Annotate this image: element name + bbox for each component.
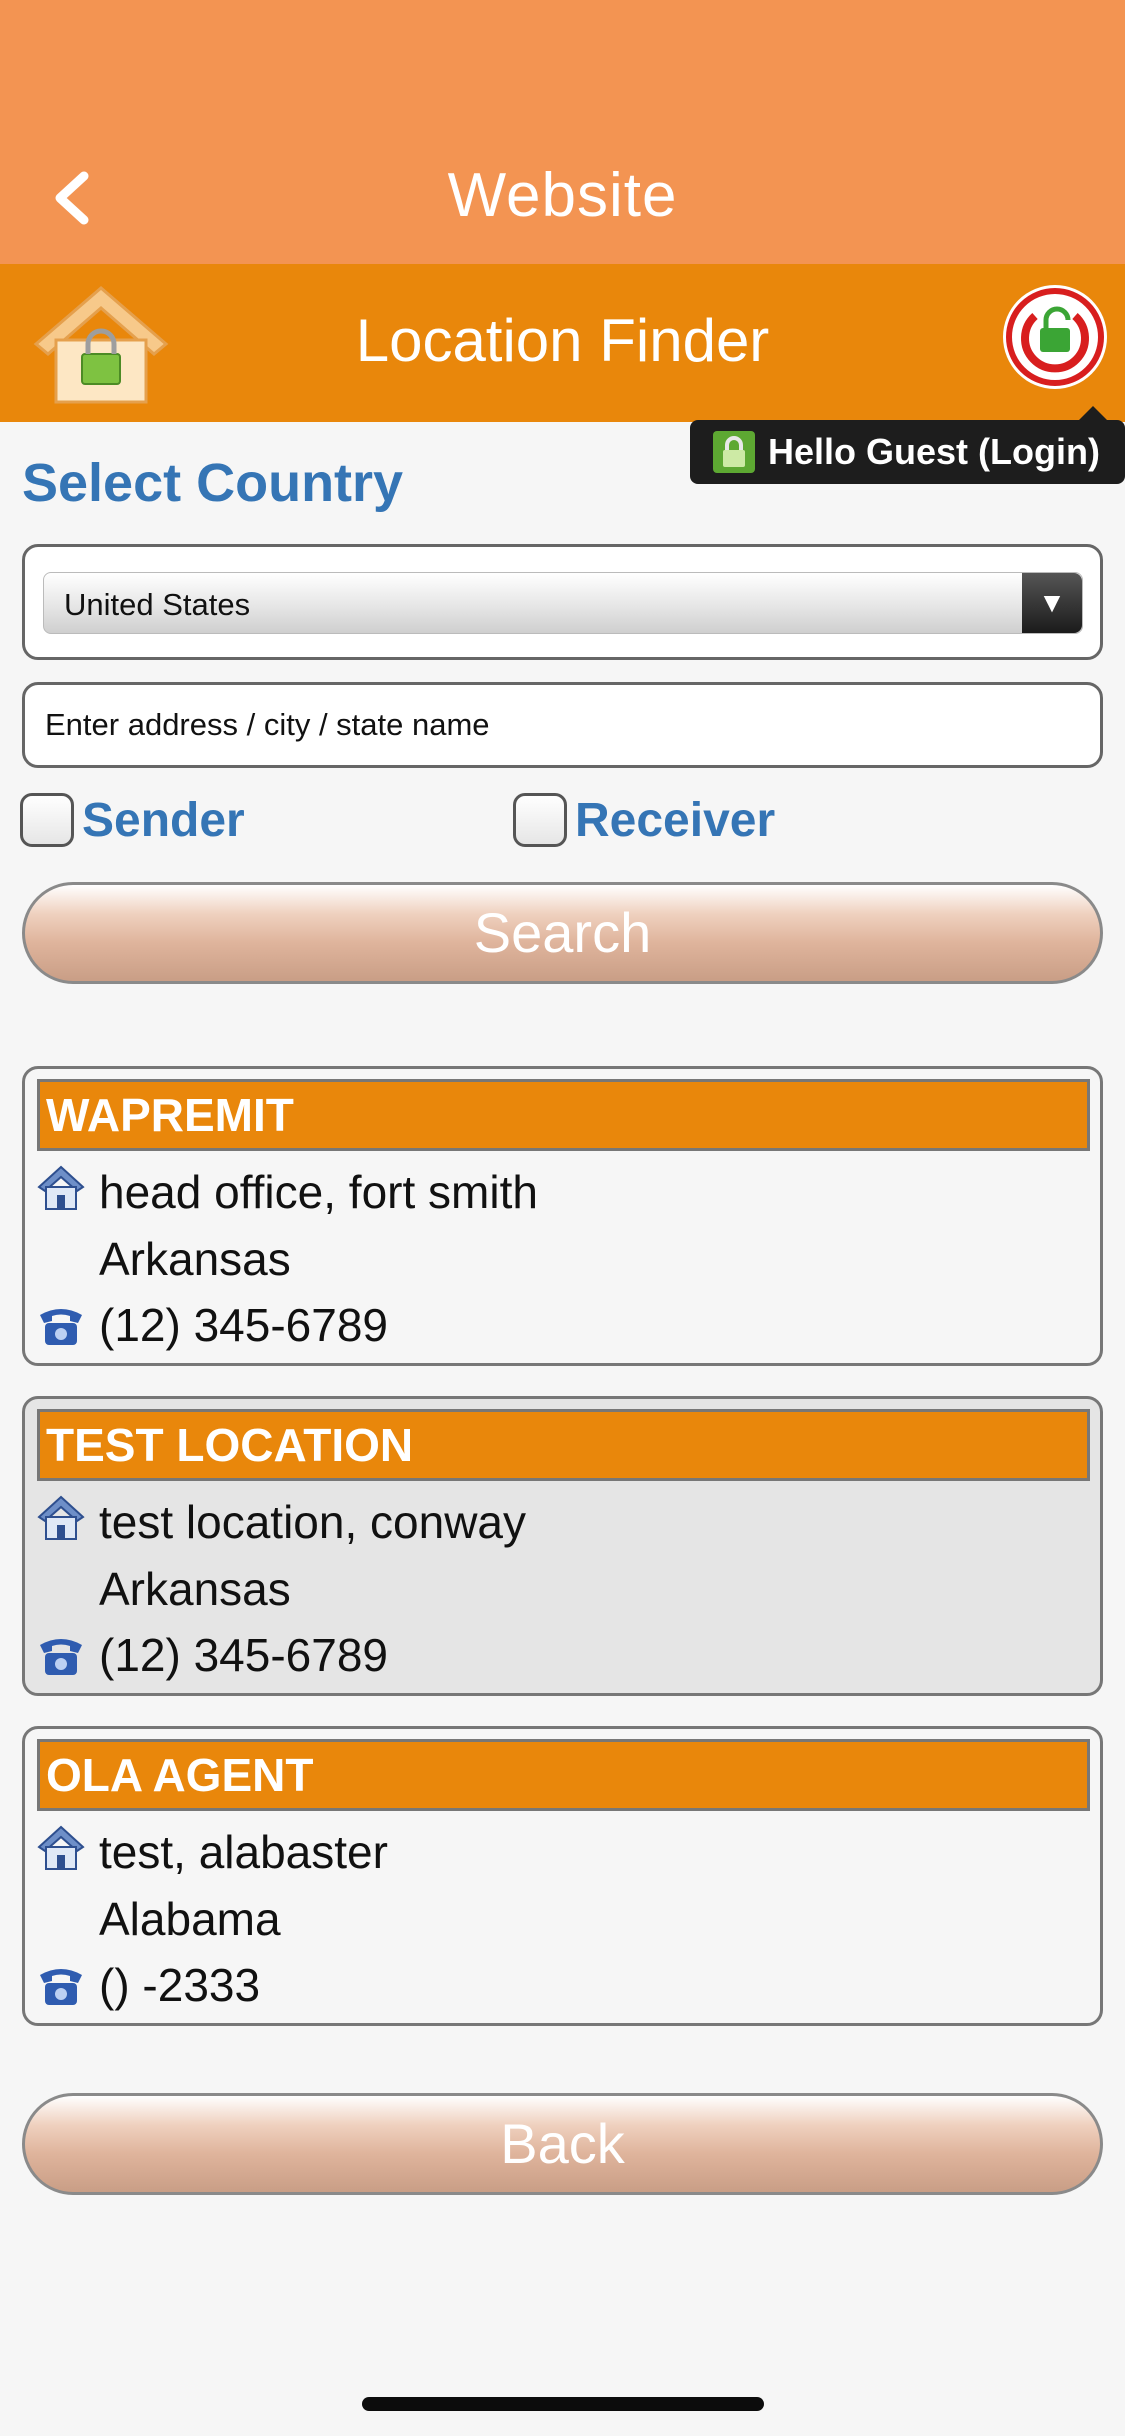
location-state: Arkansas bbox=[99, 1233, 291, 1285]
location-phone: (12) 345-6789 bbox=[99, 1299, 388, 1351]
location-phone: (12) 345-6789 bbox=[99, 1629, 388, 1681]
power-lock-icon[interactable] bbox=[1000, 282, 1110, 392]
nav-title: Website bbox=[447, 161, 678, 230]
location-address: test, alabaster bbox=[99, 1826, 388, 1878]
location-card[interactable]: TEST LOCATION test location, conway Arka… bbox=[22, 1396, 1103, 1696]
telephone-icon bbox=[40, 1969, 82, 2005]
location-name: OLA AGENT bbox=[37, 1739, 1090, 1811]
location-card[interactable]: WAPREMIT head office, fort smith Arkansa… bbox=[22, 1066, 1103, 1366]
telephone-icon bbox=[40, 1309, 82, 1345]
sender-checkbox[interactable] bbox=[20, 793, 74, 847]
house-icon bbox=[37, 1495, 85, 1540]
location-address: head office, fort smith bbox=[99, 1166, 538, 1218]
header-title: Location Finder bbox=[355, 307, 770, 374]
login-tooltip-text: Hello Guest (Login) bbox=[768, 431, 1100, 472]
location-name: TEST LOCATION bbox=[37, 1409, 1090, 1481]
header-bar: Location Finder bbox=[0, 264, 1125, 422]
tooltip-arrow bbox=[1077, 406, 1109, 422]
location-state: Alabama bbox=[99, 1893, 281, 1945]
home-indicator[interactable] bbox=[362, 2397, 764, 2411]
back-button[interactable]: Back bbox=[22, 2093, 1103, 2195]
address-search-input[interactable] bbox=[22, 682, 1103, 768]
location-phone: () -2333 bbox=[99, 1959, 261, 2011]
sender-option[interactable]: Sender bbox=[20, 790, 245, 850]
country-select[interactable]: United States ▼ bbox=[22, 544, 1103, 660]
location-name: WAPREMIT bbox=[37, 1079, 1090, 1151]
receiver-option[interactable]: Receiver bbox=[513, 790, 775, 850]
dropdown-arrow-icon[interactable]: ▼ bbox=[1022, 573, 1082, 633]
location-address: test location, conway bbox=[99, 1496, 527, 1548]
login-tooltip[interactable]: Hello Guest (Login) bbox=[690, 406, 1125, 484]
telephone-icon bbox=[40, 1639, 82, 1675]
nav-bar: Website bbox=[0, 0, 1125, 264]
section-label: Select Country bbox=[22, 453, 404, 513]
house-icon bbox=[37, 1825, 85, 1870]
receiver-checkbox[interactable] bbox=[513, 793, 567, 847]
location-card[interactable]: OLA AGENT test, alabaster Alabama () -23… bbox=[22, 1726, 1103, 2026]
search-button[interactable]: Search bbox=[22, 882, 1103, 984]
receiver-label: Receiver bbox=[575, 793, 776, 847]
lock-icon bbox=[713, 431, 755, 473]
country-select-inner[interactable]: United States ▼ bbox=[43, 572, 1083, 634]
country-select-value: United States bbox=[64, 587, 251, 622]
house-icon bbox=[37, 1165, 85, 1210]
sender-label: Sender bbox=[82, 793, 245, 847]
location-state: Arkansas bbox=[99, 1563, 291, 1615]
